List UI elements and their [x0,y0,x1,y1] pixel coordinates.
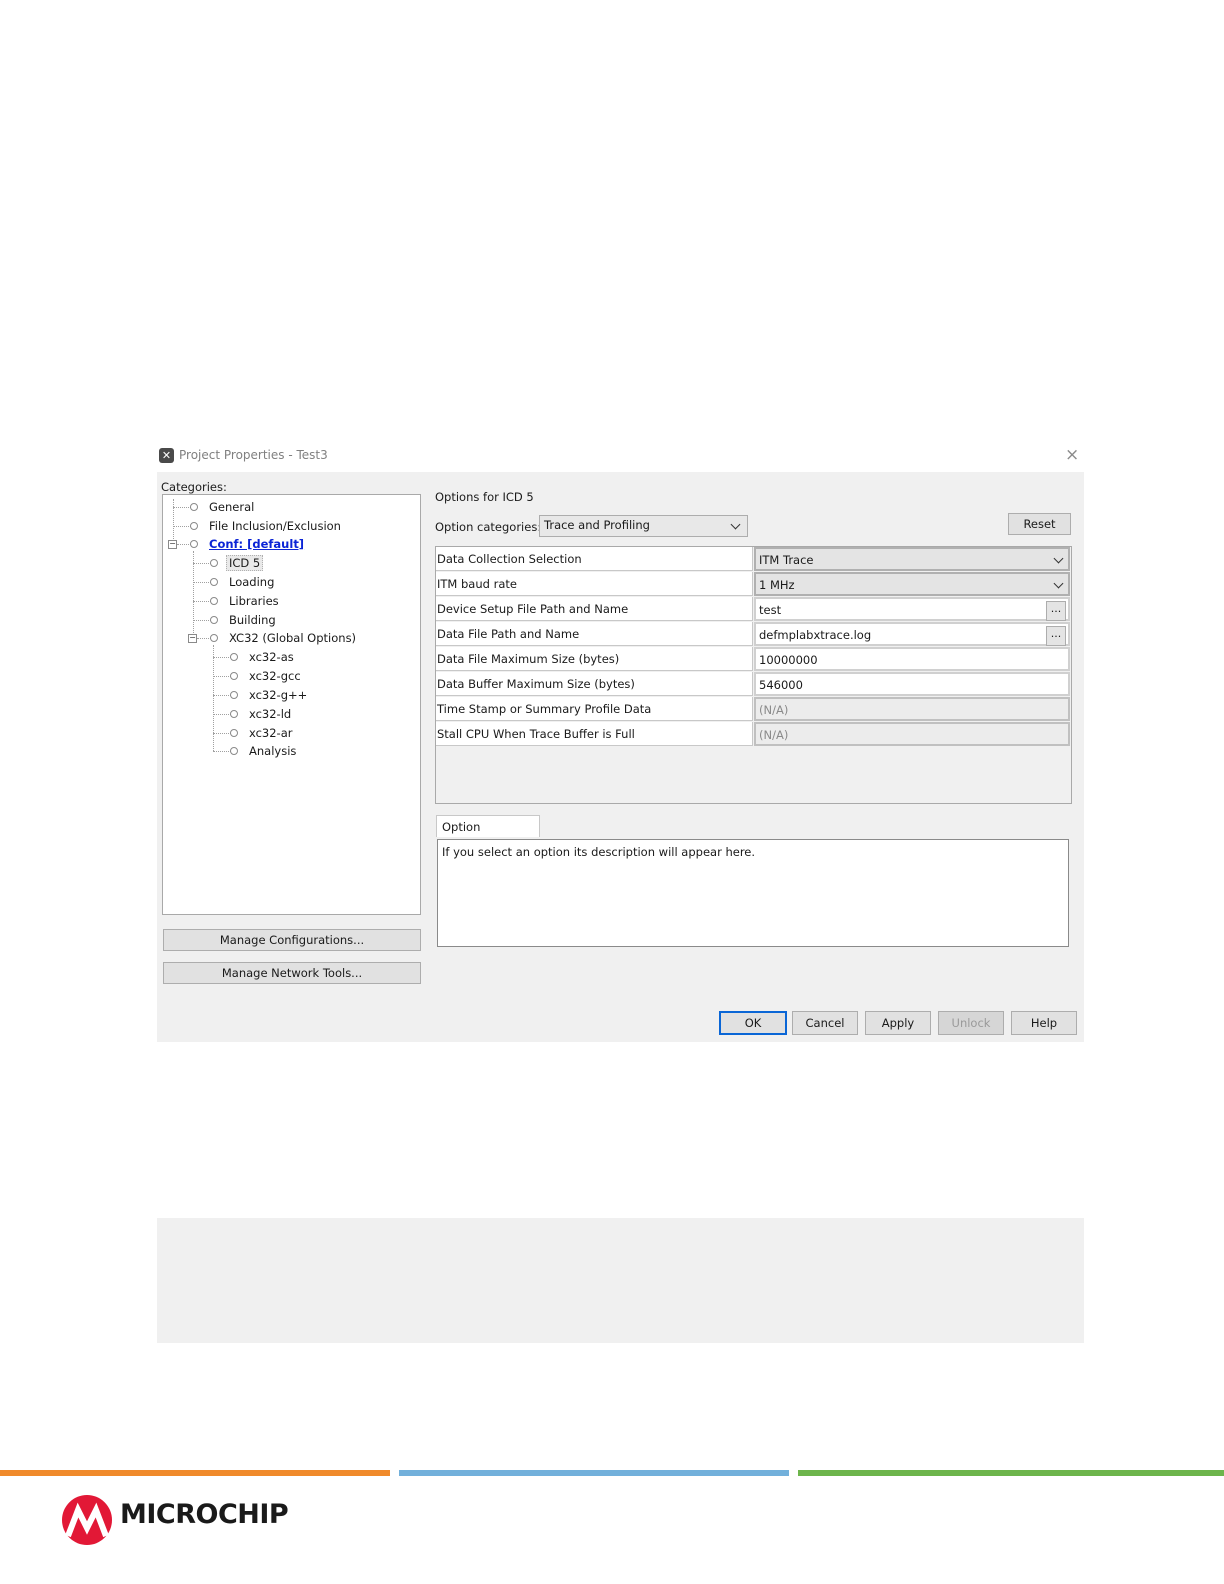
tree-bullet-icon [230,653,238,661]
categories-label: Categories: [161,480,227,494]
empty-gray-band [157,1218,1084,1343]
tree-item-xc32-ar[interactable]: xc32-ar [249,724,292,742]
tree-bullet-icon [210,616,218,624]
chevron-down-icon [1053,553,1064,564]
chevron-down-icon [730,519,741,530]
footer-stripe-blue [399,1470,789,1476]
options-for-heading: Options for ICD 5 [435,490,534,504]
browse-button[interactable]: ... [1046,626,1066,646]
cancel-button[interactable]: Cancel [792,1011,858,1035]
tree-bullet-icon [210,634,218,642]
tree-item-xc32-gpp[interactable]: xc32-g++ [249,686,307,704]
property-name: Device Setup File Path and Name [436,597,753,621]
property-row[interactable]: Data File Maximum Size (bytes) 10000000 [436,647,1071,672]
browse-button[interactable]: ... [1046,601,1066,621]
footer-stripe-green [798,1470,1224,1476]
property-row[interactable]: Stall CPU When Trace Buffer is Full (N/A… [436,722,1071,747]
property-name: ITM baud rate [436,572,753,596]
tree-bullet-icon [230,747,238,755]
device-setup-file-input[interactable]: test ... [754,597,1070,621]
data-buffer-max-size-input[interactable]: 546000 [754,672,1070,696]
option-description-tab[interactable]: Option Description [436,815,540,856]
footer-stripe-orange [0,1470,390,1476]
tree-item-conf-default[interactable]: Conf: [default] [209,535,304,553]
property-row[interactable]: Data Buffer Maximum Size (bytes) 546000 [436,672,1071,697]
microchip-logo-icon [62,1495,112,1545]
tree-item-general[interactable]: General [209,498,254,516]
tree-item-building[interactable]: Building [229,611,276,629]
property-name: Time Stamp or Summary Profile Data [436,697,753,721]
property-row[interactable]: ITM baud rate 1 MHz [436,572,1071,597]
tree-item-xc32-gcc[interactable]: xc32-gcc [249,667,301,685]
collapse-icon[interactable]: − [188,634,197,643]
tree-item-file-inclusion[interactable]: File Inclusion/Exclusion [209,517,341,535]
tree-bullet-icon [230,672,238,680]
manage-configurations-button[interactable]: Manage Configurations... [163,929,421,951]
option-description-text: If you select an option its description … [442,845,756,859]
data-file-path-input[interactable]: defmplabxtrace.log ... [754,622,1070,646]
property-name: Data File Path and Name [436,622,753,646]
tree-item-xc32-as[interactable]: xc32-as [249,648,294,666]
tree-item-xc32-global[interactable]: XC32 (Global Options) [229,629,356,647]
mplab-x-icon: ✕ [159,448,174,463]
project-properties-dialog: ✕ Project Properties - Test3 × Categorie… [157,441,1084,1042]
microchip-logo-text: MICROCHIP [120,1499,289,1530]
option-categories-select[interactable]: Trace and Profiling [539,515,748,537]
stall-cpu-value: (N/A) [754,722,1070,746]
data-collection-select[interactable]: ITM Trace [754,547,1070,571]
option-categories-label: Option categories: [435,520,542,534]
reset-button[interactable]: Reset [1008,513,1071,535]
property-row[interactable]: Data Collection Selection ITM Trace [436,547,1071,572]
unlock-button: Unlock [938,1011,1004,1035]
chevron-down-icon [1053,578,1064,589]
tree-bullet-icon [190,503,198,511]
property-value: defmplabxtrace.log [759,628,872,642]
property-value: ITM Trace [759,553,814,567]
option-categories-value: Trace and Profiling [544,518,650,532]
property-name: Data Collection Selection [436,547,753,571]
collapse-icon[interactable]: − [168,540,177,549]
dialog-title: Project Properties - Test3 [179,448,328,462]
help-button[interactable]: Help [1011,1011,1077,1035]
property-row[interactable]: Data File Path and Name defmplabxtrace.l… [436,622,1071,647]
categories-tree[interactable]: General File Inclusion/Exclusion − Conf:… [162,494,421,915]
apply-button[interactable]: Apply [865,1011,931,1035]
property-row[interactable]: Time Stamp or Summary Profile Data (N/A) [436,697,1071,722]
tree-bullet-icon [190,522,198,530]
tree-bullet-icon [230,691,238,699]
property-value: test [759,603,782,617]
time-stamp-profile-value: (N/A) [754,697,1070,721]
tree-item-loading[interactable]: Loading [229,573,274,591]
tree-item-analysis[interactable]: Analysis [249,742,296,760]
tree-item-libraries[interactable]: Libraries [229,592,279,610]
tree-bullet-icon [210,559,218,567]
manage-network-tools-button[interactable]: Manage Network Tools... [163,962,421,984]
data-file-max-size-input[interactable]: 10000000 [754,647,1070,671]
option-description-box: If you select an option its description … [437,839,1069,947]
property-name: Data Buffer Maximum Size (bytes) [436,672,753,696]
title-bar: ✕ Project Properties - Test3 × [157,441,1084,472]
tree-bullet-icon [210,597,218,605]
property-name: Data File Maximum Size (bytes) [436,647,753,671]
tree-bullet-icon [230,710,238,718]
tree-item-xc32-ld[interactable]: xc32-ld [249,705,291,723]
tree-bullet-icon [210,578,218,586]
tree-bullet-icon [190,540,198,548]
ok-button[interactable]: OK [719,1011,787,1035]
itm-baud-rate-select[interactable]: 1 MHz [754,572,1070,596]
property-name: Stall CPU When Trace Buffer is Full [436,722,753,746]
close-icon[interactable]: × [1065,445,1079,465]
property-value: 1 MHz [759,578,795,592]
property-sheet: Data Collection Selection ITM Trace ITM … [435,546,1072,804]
tree-bullet-icon [230,729,238,737]
tree-item-icd5[interactable]: ICD 5 [226,555,264,571]
property-row[interactable]: Device Setup File Path and Name test ... [436,597,1071,622]
